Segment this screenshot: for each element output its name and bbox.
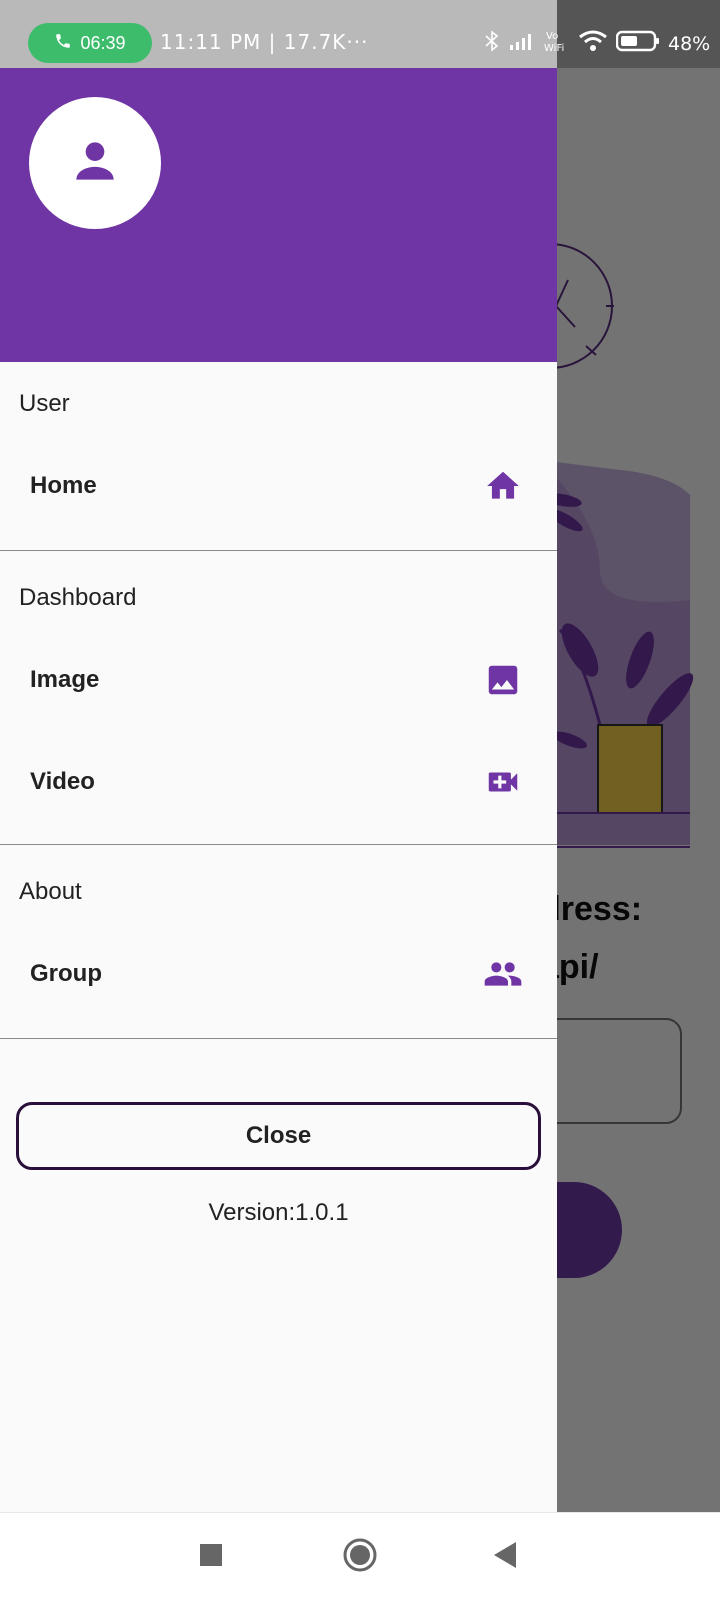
menu-item-image[interactable]: Image [0, 636, 557, 724]
home-icon [483, 466, 523, 506]
menu-item-group[interactable]: Group [0, 930, 557, 1018]
person-icon [67, 133, 123, 194]
recents-button[interactable] [189, 1535, 233, 1579]
phone-icon [54, 32, 72, 55]
divider [0, 844, 557, 845]
battery-percent: 48% [668, 32, 711, 55]
divider [0, 550, 557, 551]
video-add-icon [483, 762, 523, 802]
divider [0, 1038, 557, 1039]
group-icon [483, 954, 523, 994]
home-circle-icon [342, 1537, 378, 1578]
vowifi-icon: Vo WiFi [544, 28, 570, 59]
section-title-dashboard: Dashboard [19, 584, 137, 611]
wifi-icon [578, 29, 608, 58]
status-time: 11:11 PM | 17.7K··· [160, 30, 369, 54]
ongoing-call-chip[interactable]: 06:39 [28, 23, 152, 63]
call-duration: 06:39 [80, 32, 126, 53]
battery-icon [615, 30, 660, 57]
menu-item-label: Group [30, 960, 102, 987]
avatar[interactable] [29, 97, 161, 229]
version-text: Version:1.0.1 [208, 1199, 349, 1226]
image-icon [483, 660, 523, 700]
svg-text:Vo: Vo [546, 31, 558, 42]
menu-item-label: Home [30, 472, 97, 499]
section-title-user: User [19, 390, 70, 417]
home-button[interactable] [338, 1535, 382, 1579]
menu-item-label: Image [30, 666, 100, 693]
status-icons: Vo WiFi 48% [484, 28, 710, 59]
bluetooth-icon [484, 29, 500, 58]
svg-text:WiFi: WiFi [544, 43, 564, 54]
signal-icon [508, 31, 536, 56]
menu-item-label: Video [30, 768, 95, 795]
recents-icon [200, 1543, 222, 1571]
navigation-drawer: User Home Dashboard Image Video About Gr… [0, 68, 557, 1512]
close-button[interactable]: Close [16, 1102, 541, 1170]
menu-item-home[interactable]: Home [0, 442, 557, 530]
system-nav-bar [0, 1512, 720, 1600]
status-bar: 06:39 11:11 PM | 17.7K··· Vo WiFi 48% [0, 0, 720, 68]
menu-item-video[interactable]: Video [0, 738, 557, 826]
drawer-header [0, 68, 557, 362]
back-button[interactable] [484, 1535, 528, 1579]
section-title-about: About [19, 878, 82, 905]
back-icon [494, 1541, 518, 1573]
